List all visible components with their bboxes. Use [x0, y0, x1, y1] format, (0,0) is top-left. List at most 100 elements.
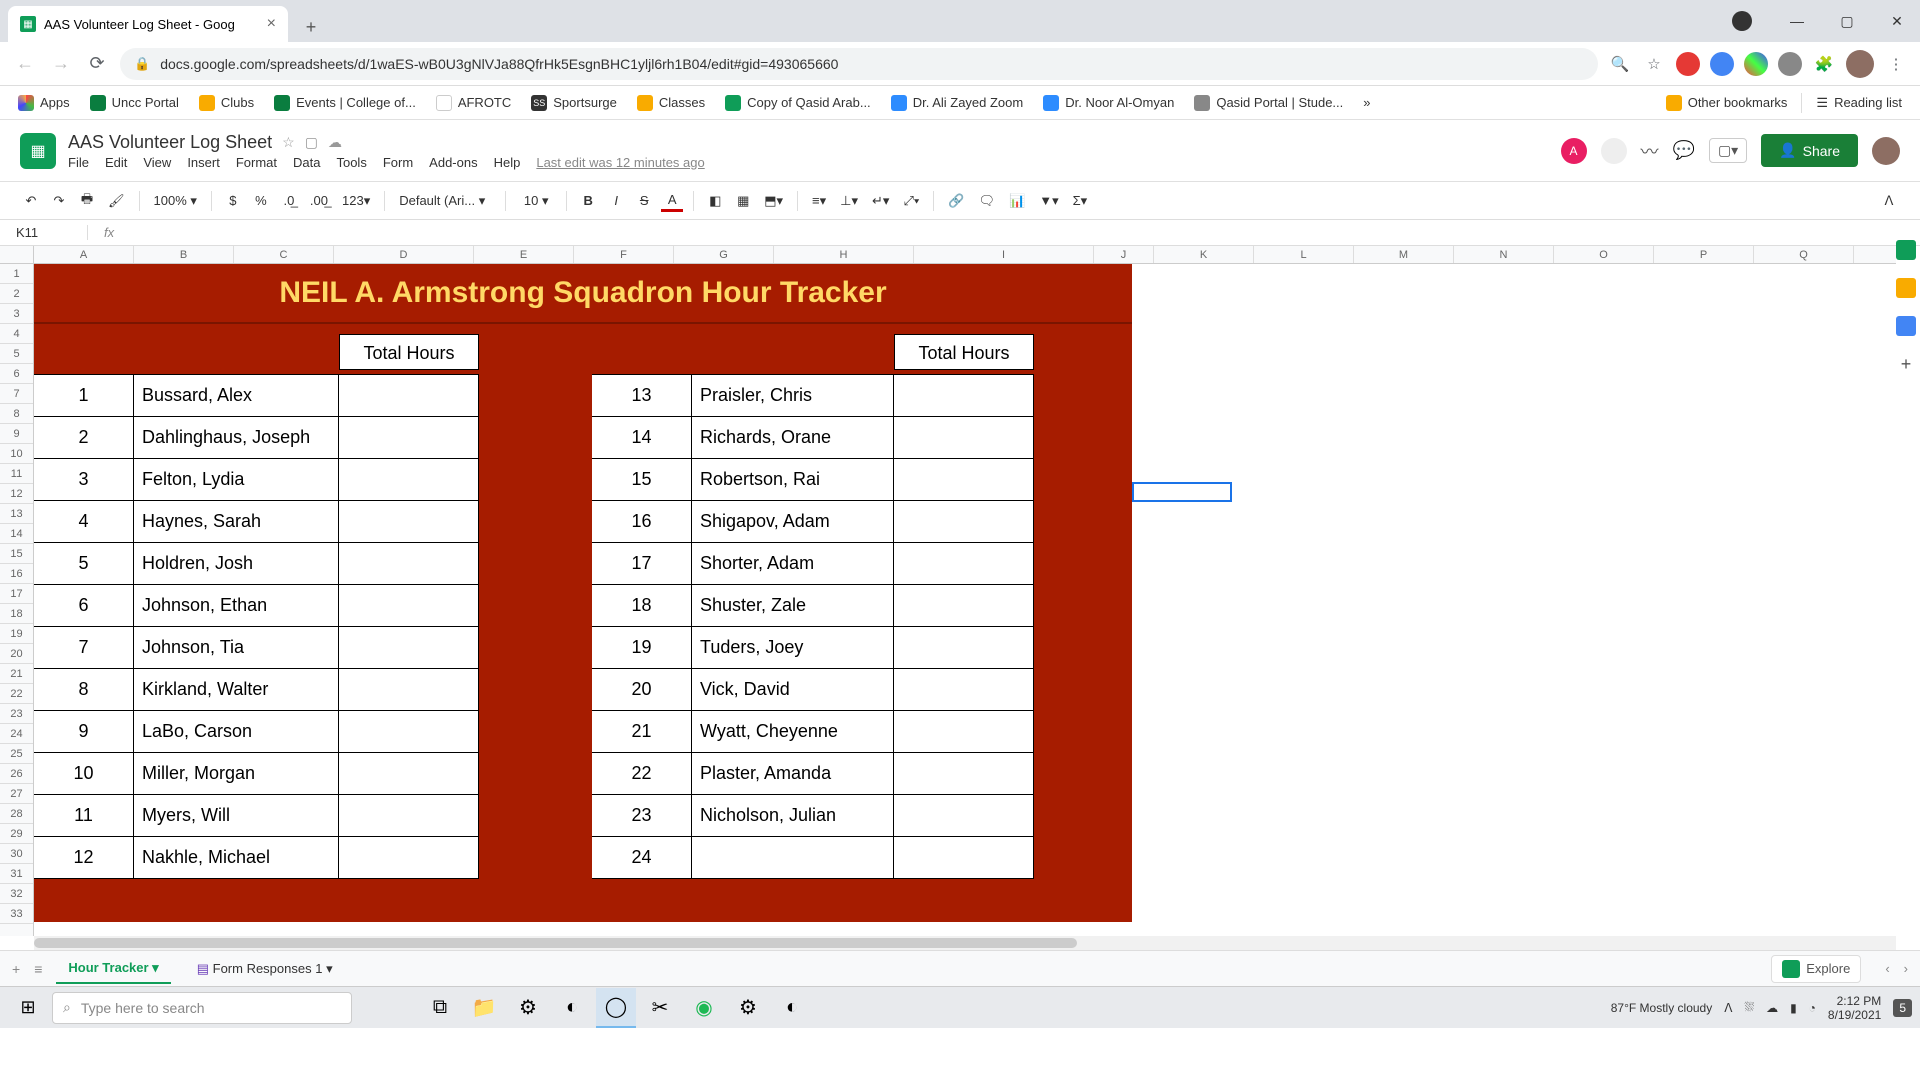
menu-icon[interactable]: ⋮	[1884, 52, 1908, 76]
maximize-icon[interactable]: ▢	[1832, 13, 1862, 30]
row-header[interactable]: 10	[0, 444, 33, 464]
settings-icon[interactable]: ⚙	[728, 988, 768, 1028]
bookmark-item[interactable]: Uncc Portal	[84, 91, 185, 115]
roster-row[interactable]: 18Shuster, Zale	[592, 585, 1034, 627]
notification-count[interactable]: 5	[1893, 999, 1912, 1017]
row-header[interactable]: 24	[0, 724, 33, 744]
filter-button[interactable]: ▼▾	[1035, 191, 1062, 211]
row-header[interactable]: 19	[0, 624, 33, 644]
comment-icon[interactable]: 💬	[1673, 140, 1695, 161]
all-sheets-button[interactable]: ≡	[34, 961, 42, 977]
dec-decrease-button[interactable]: .0̲	[278, 191, 300, 210]
bookmark-item[interactable]: Dr. Ali Zayed Zoom	[885, 91, 1030, 115]
wifi-icon[interactable]: ◔	[1809, 1001, 1816, 1015]
roster-row[interactable]: 22Plaster, Amanda	[592, 753, 1034, 795]
col-header[interactable]: H	[774, 246, 914, 263]
print-button[interactable]: 🖶	[76, 188, 98, 214]
app-icon[interactable]: ⚙	[508, 988, 548, 1028]
roster-hours-cell[interactable]	[339, 669, 479, 710]
roster-row[interactable]: 10Miller, Morgan	[34, 753, 479, 795]
last-edit[interactable]: Last edit was 12 minutes ago	[536, 155, 704, 170]
add-sheet-button[interactable]: +	[12, 961, 20, 977]
link-button[interactable]: 🔗	[944, 191, 968, 211]
roster-hours-cell[interactable]	[894, 627, 1034, 668]
sheet-scroll-left-icon[interactable]: ‹	[1885, 961, 1889, 976]
roster-row[interactable]: 11Myers, Will	[34, 795, 479, 837]
row-header[interactable]: 14	[0, 524, 33, 544]
currency-button[interactable]: $	[222, 191, 244, 210]
roster-row[interactable]: 8Kirkland, Walter	[34, 669, 479, 711]
roster-hours-cell[interactable]	[339, 711, 479, 752]
weather-widget[interactable]: 87°F Mostly cloudy	[1611, 1001, 1713, 1015]
roster-hours-cell[interactable]	[894, 417, 1034, 458]
row-header[interactable]: 1	[0, 264, 33, 284]
battery-icon[interactable]: ▮	[1790, 1001, 1797, 1015]
add-panel-icon[interactable]: +	[1896, 354, 1916, 374]
menu-view[interactable]: View	[143, 155, 171, 170]
roster-hours-cell[interactable]	[339, 795, 479, 836]
zoom-icon[interactable]: 🔍	[1608, 52, 1632, 76]
user-avatar[interactable]	[1846, 50, 1874, 78]
roster-hours-cell[interactable]	[339, 837, 479, 878]
roster-row[interactable]: 9LaBo, Carson	[34, 711, 479, 753]
snip-icon[interactable]: ✂	[640, 988, 680, 1028]
col-header[interactable]: I	[914, 246, 1094, 263]
row-header[interactable]: 27	[0, 784, 33, 804]
presence-avatar[interactable]: A	[1561, 138, 1587, 164]
activity-icon[interactable]: 〰	[1641, 138, 1659, 164]
roster-row[interactable]: 19Tuders, Joey	[592, 627, 1034, 669]
roster-hours-cell[interactable]	[339, 543, 479, 584]
extension-icon[interactable]	[1744, 52, 1768, 76]
percent-button[interactable]: %	[250, 191, 272, 210]
url-field[interactable]: 🔒 docs.google.com/spreadsheets/d/1waES-w…	[120, 48, 1598, 80]
steam-icon[interactable]: ◐	[552, 988, 592, 1028]
presence-avatar-2[interactable]	[1601, 138, 1627, 164]
menu-tools[interactable]: Tools	[336, 155, 366, 170]
row-header[interactable]: 9	[0, 424, 33, 444]
collapse-toolbar-icon[interactable]: ᐱ	[1878, 191, 1900, 211]
roster-hours-cell[interactable]	[339, 501, 479, 542]
keep-icon[interactable]	[1896, 278, 1916, 298]
paint-format-button[interactable]: 🖌	[104, 191, 129, 211]
roster-hours-cell[interactable]	[894, 585, 1034, 626]
profile-dot[interactable]	[1732, 11, 1752, 31]
menu-edit[interactable]: Edit	[105, 155, 127, 170]
explore-button[interactable]: Explore	[1771, 955, 1861, 983]
extension-icon[interactable]	[1778, 52, 1802, 76]
zoom-select[interactable]: 100% ▾	[150, 191, 201, 211]
roster-hours-cell[interactable]	[894, 795, 1034, 836]
row-header[interactable]: 16	[0, 564, 33, 584]
extensions-puzzle-icon[interactable]: 🧩	[1812, 52, 1836, 76]
roster-row[interactable]: 3Felton, Lydia	[34, 459, 479, 501]
row-header[interactable]: 23	[0, 704, 33, 724]
row-header[interactable]: 6	[0, 364, 33, 384]
row-header[interactable]: 20	[0, 644, 33, 664]
roster-row[interactable]: 24	[592, 837, 1034, 879]
account-avatar[interactable]	[1872, 137, 1900, 165]
row-header[interactable]: 30	[0, 844, 33, 864]
col-header[interactable]: L	[1254, 246, 1354, 263]
halign-button[interactable]: ≡▾	[808, 191, 830, 211]
bold-button[interactable]: B	[577, 191, 599, 210]
menu-file[interactable]: File	[68, 155, 89, 170]
tray-icon[interactable]: ⛆	[1744, 1000, 1754, 1015]
roster-hours-cell[interactable]	[339, 417, 479, 458]
menu-help[interactable]: Help	[494, 155, 521, 170]
row-header[interactable]: 33	[0, 904, 33, 924]
strike-button[interactable]: S	[633, 191, 655, 210]
minimize-icon[interactable]: ―	[1782, 13, 1812, 29]
roster-row[interactable]: 6Johnson, Ethan	[34, 585, 479, 627]
col-header[interactable]: J	[1094, 246, 1154, 263]
col-header[interactable]: E	[474, 246, 574, 263]
bookmark-item[interactable]: Events | College of...	[268, 91, 422, 115]
row-header[interactable]: 17	[0, 584, 33, 604]
col-header[interactable]: Q	[1754, 246, 1854, 263]
col-header[interactable]: A	[34, 246, 134, 263]
bookmark-item[interactable]: Copy of Qasid Arab...	[719, 91, 877, 115]
row-header[interactable]: 3	[0, 304, 33, 324]
row-header[interactable]: 26	[0, 764, 33, 784]
roster-row[interactable]: 4Haynes, Sarah	[34, 501, 479, 543]
bookmark-item[interactable]: SSSportsurge	[525, 91, 623, 115]
roster-row[interactable]: 16Shigapov, Adam	[592, 501, 1034, 543]
row-header[interactable]: 2	[0, 284, 33, 304]
